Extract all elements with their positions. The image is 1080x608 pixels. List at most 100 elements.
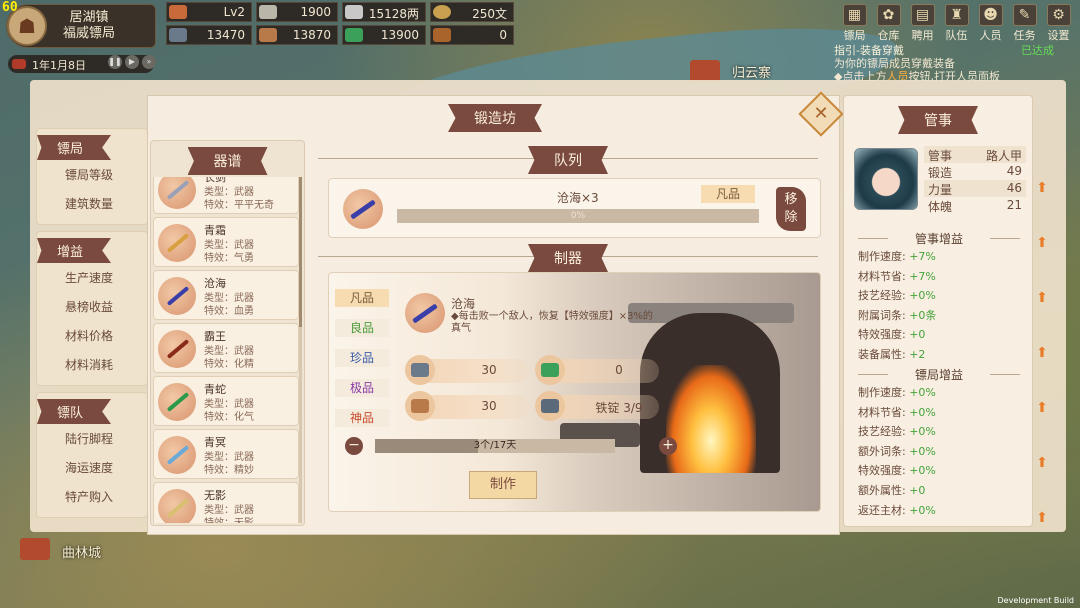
resource-coin: 250文 bbox=[430, 2, 514, 22]
menu-label: 任务 bbox=[1013, 29, 1036, 42]
bonus-row: 附属词条: +0条 bbox=[858, 308, 937, 322]
attr-row: 管事 路人甲 bbox=[924, 146, 1026, 163]
steward-title: 管事 bbox=[898, 106, 978, 134]
resource-silver: 15128两 bbox=[342, 2, 426, 22]
menu-label: 镖局 bbox=[843, 29, 866, 42]
place-marker-icon[interactable] bbox=[20, 538, 50, 560]
resource-iron-ore: 13470 bbox=[166, 25, 252, 45]
recipe-card[interactable]: 青霜 类型：武器 特效：气勇 bbox=[153, 217, 299, 267]
grade-selector: 凡品 良品 珍品 极品 神品 bbox=[335, 289, 391, 439]
recipe-list[interactable]: 长剑 类型：武器 特效：平平无奇 青霜 类型：武器 特效：气勇 沧海 类型：武器 特效：血勇 霸王… bbox=[153, 177, 303, 523]
grade-tab-common[interactable]: 凡品 bbox=[335, 289, 389, 307]
weapon-icon bbox=[158, 277, 196, 315]
queue-item[interactable]: 沧海×3 凡品 0% 移除 bbox=[328, 178, 821, 238]
place-marker-icon[interactable] bbox=[690, 60, 720, 82]
recipe-card[interactable]: 青蛇 类型：武器 特效：化气 bbox=[153, 376, 299, 426]
queue-header-text: 队列 bbox=[528, 146, 608, 174]
weapon-icon bbox=[158, 177, 196, 209]
recipe-card[interactable]: 沧海 类型：武器 特效：血勇 bbox=[153, 270, 299, 320]
weapon-icon bbox=[158, 330, 196, 368]
craft-item-name: 沧海 bbox=[451, 297, 476, 311]
hire-icon: ▤ bbox=[910, 4, 935, 26]
menu-task-button[interactable]: ✎ 任务 bbox=[1009, 4, 1040, 42]
grade-tab-good[interactable]: 良品 bbox=[335, 319, 389, 337]
resource-herb: 13900 bbox=[342, 25, 426, 45]
bonus-row: 额外属性: +0 bbox=[858, 483, 926, 497]
chest-icon bbox=[433, 28, 451, 42]
menu-label: 设置 bbox=[1047, 29, 1070, 42]
weapon-icon bbox=[158, 436, 196, 474]
play-button[interactable]: ▶ bbox=[125, 55, 139, 69]
stat-item: 建筑数量 bbox=[65, 197, 114, 211]
wood-icon bbox=[259, 28, 277, 42]
craft-panel: 凡品 良品 珍品 极品 神品 沧海 ◆每击败一个敌人，恢复【特效强度】×3%的真… bbox=[328, 272, 821, 512]
town-name: 居湖镇 bbox=[69, 10, 109, 25]
pause-button[interactable]: ❚❚ bbox=[108, 55, 122, 69]
town-plate[interactable]: ☗ 居湖镇 福威镖局 bbox=[6, 4, 156, 48]
grade-tab-divine[interactable]: 神品 bbox=[335, 409, 389, 427]
close-button[interactable]: ✕ bbox=[798, 91, 844, 137]
queue-progress-bar: 0% bbox=[397, 209, 759, 223]
material-herb: 0 bbox=[535, 355, 659, 385]
steward-bonus-list: 制作速度: +7% 材料节省: +7% 技艺经验: +0% 附属词条: +0条 特效强度… bbox=[858, 248, 1018, 366]
steward-bonus-title: 管事增益 bbox=[858, 230, 1020, 247]
grade-tab-epic[interactable]: 极品 bbox=[335, 379, 389, 397]
menu-agency-button[interactable]: ▦ 镖局 bbox=[839, 4, 870, 42]
agency-stats-sidebar: 镖局 镖局等级 建筑数量 增益 生产速度 悬榜收益 材料价格 材料消耗 镖队 陆… bbox=[36, 128, 148, 524]
grade-tab-rare[interactable]: 珍品 bbox=[335, 349, 389, 367]
upgrade-arrow-icon[interactable]: ⬆ bbox=[1034, 235, 1050, 251]
recipe-effect: 特效：无影 bbox=[204, 514, 254, 523]
recipe-card[interactable]: 无影类型：武器特效：无影 bbox=[153, 482, 299, 523]
recipe-effect: 特效：气勇 bbox=[204, 253, 254, 264]
attr-row: 力量 46 bbox=[924, 180, 1026, 197]
upgrade-arrow-icon[interactable]: ⬆ bbox=[1034, 345, 1050, 361]
craft-item-desc: ◆每击败一个敌人，恢复【特效强度】×3%的真气 bbox=[451, 311, 653, 334]
recipe-card[interactable]: 霸王 类型：武器 特效：化精 bbox=[153, 323, 299, 373]
stat-item: 悬榜收益 bbox=[65, 300, 114, 314]
remove-button[interactable]: 移除 bbox=[776, 187, 806, 231]
quantity-minus-button[interactable]: − bbox=[345, 437, 363, 455]
queue-progress-text: 0% bbox=[570, 211, 586, 221]
level-icon bbox=[169, 5, 187, 19]
fast-forward-button[interactable]: » bbox=[142, 55, 156, 69]
quantity-plus-button[interactable]: + bbox=[659, 437, 677, 455]
resource-bar-bottom: 13470 13870 13900 0 bbox=[166, 25, 514, 45]
task-hint[interactable]: 指引-装备穿戴 已达成 为你的镖局成员穿戴装备 ◆点击上方人员按钮,打开人员面板 bbox=[834, 44, 1054, 83]
group-title: 镖局 bbox=[37, 135, 112, 160]
steward-portrait-avatar[interactable] bbox=[854, 148, 918, 210]
menu-person-button[interactable]: ☻ 人员 bbox=[975, 4, 1006, 42]
calendar-icon bbox=[12, 59, 26, 69]
material-value: 30 bbox=[481, 399, 497, 413]
menu-label: 人员 bbox=[979, 29, 1002, 42]
game-date: 1年1月8日 bbox=[32, 59, 86, 72]
recipe-card[interactable]: 青冥 类型：武器 特效：精妙 bbox=[153, 429, 299, 479]
quantity-text: 3个/17天 bbox=[473, 440, 517, 451]
menu-hire-button[interactable]: ▤ 聘用 bbox=[907, 4, 938, 42]
stats-group-agency: 镖局 镖局等级 建筑数量 bbox=[36, 128, 148, 225]
upgrade-arrow-icon[interactable]: ⬆ bbox=[1034, 400, 1050, 416]
quantity-slider[interactable]: 3个/17天 bbox=[375, 439, 615, 453]
upgrade-arrow-icon[interactable]: ⬆ bbox=[1034, 290, 1050, 306]
stat-item: 镖局等级 bbox=[65, 168, 114, 182]
material-iron-ingot: 铁锭 3/9 bbox=[535, 391, 659, 421]
upgrade-arrow-icon[interactable]: ⬆ bbox=[1034, 180, 1050, 196]
steward-panel: 管事 管事 路人甲 锻造 49 力量 46 体魄 21 管事增益 制作速度: +7% 材料… bbox=[843, 95, 1033, 527]
task-line-1: 为你的镖局成员穿戴装备 bbox=[834, 57, 955, 70]
time-controls: ❚❚ ▶ » bbox=[108, 55, 156, 69]
bonus-row: 额外词条: +0% bbox=[858, 444, 936, 458]
menu-warehouse-button[interactable]: ✿ 仓库 bbox=[873, 4, 904, 42]
place-label-qulincheng[interactable]: 曲林城 bbox=[62, 542, 101, 561]
place-label-guiyunzhai[interactable]: 归云寨 bbox=[732, 62, 771, 81]
upgrade-arrow-icon[interactable]: ⬆ bbox=[1034, 455, 1050, 471]
menu-settings-button[interactable]: ⚙ 设置 bbox=[1043, 4, 1074, 42]
menu-label: 聘用 bbox=[911, 29, 934, 42]
upgrade-arrow-icon[interactable]: ⬆ bbox=[1034, 510, 1050, 526]
recipe-list-panel: 器谱 长剑 类型：武器 特效：平平无奇 青霜 类型：武器 特效：气勇 沧海 类型：武器 特效：血… bbox=[150, 140, 305, 526]
bonus-row: 装备属性: +2 bbox=[858, 347, 926, 361]
attr-row: 锻造 49 bbox=[928, 164, 1022, 180]
menu-team-button[interactable]: ♜ 队伍 bbox=[941, 4, 972, 42]
resource-bar-top: Lv2 1900 15128两 250文 bbox=[166, 2, 514, 22]
craft-button[interactable]: 制作 bbox=[469, 471, 537, 499]
recipe-card[interactable]: 长剑 类型：武器 特效：平平无奇 bbox=[153, 177, 299, 214]
recipe-scrollbar[interactable] bbox=[299, 177, 302, 523]
